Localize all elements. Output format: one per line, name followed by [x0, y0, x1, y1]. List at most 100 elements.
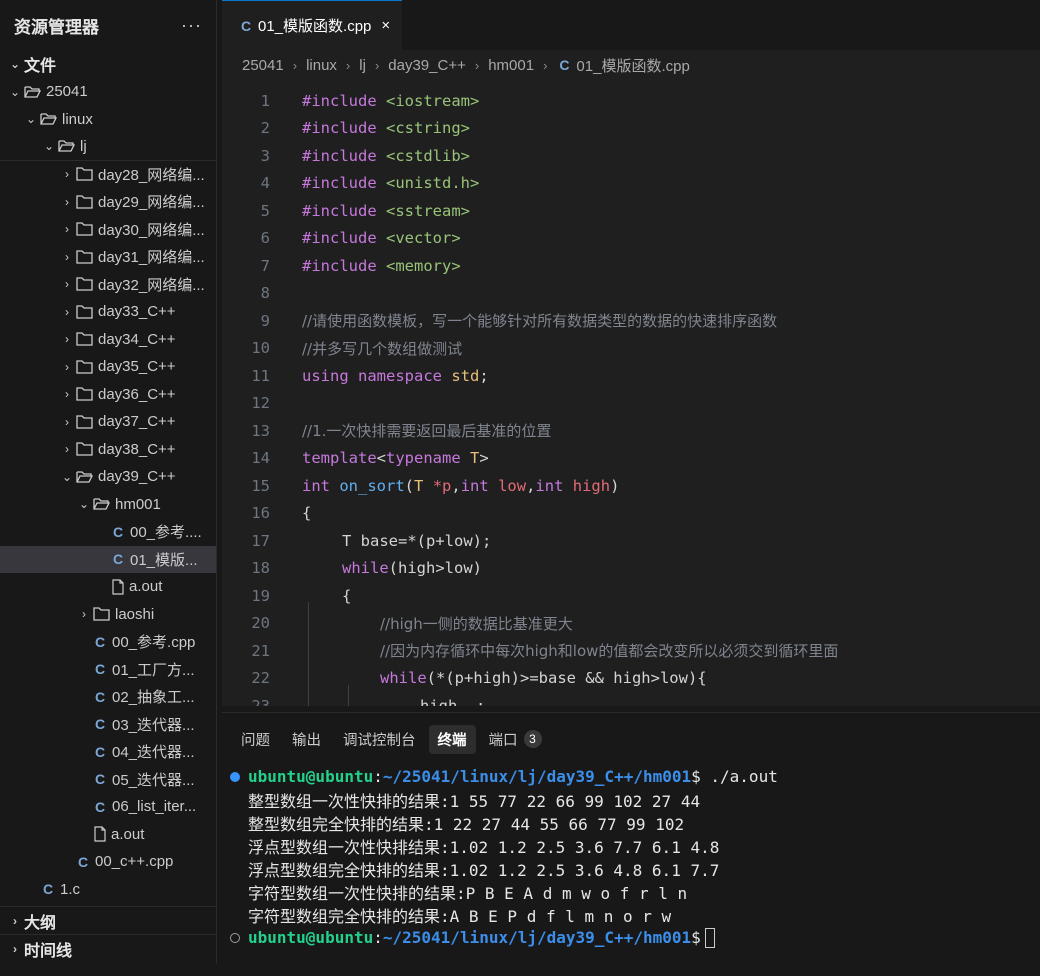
- code-line: 9 //请使用函数模板，写一个能够针对所有数据类型的数据的快速排序函数: [222, 307, 1040, 335]
- chevron-right-icon: ›: [13, 941, 17, 956]
- tab-problems[interactable]: 问题: [232, 725, 279, 754]
- section-outline[interactable]: › 大纲: [0, 906, 216, 934]
- code-line: 5 #include <sstream>: [222, 197, 1040, 225]
- more-actions-icon[interactable]: ···: [181, 15, 202, 36]
- chevron-right-icon: ›: [65, 387, 69, 402]
- terminal-user: ubuntu@ubuntu: [248, 767, 374, 786]
- code-comment: //因为内存循环中每次high和low的值都会改变所以必须交到循环里面: [380, 642, 839, 661]
- tree-folder-day[interactable]: › day35_C++: [0, 353, 216, 381]
- tab-ports[interactable]: 端口 3: [480, 725, 551, 754]
- terminal[interactable]: ubuntu@ubuntu: ~/25041/linux/lj/day39_C++…: [222, 765, 1040, 949]
- close-icon[interactable]: ×: [381, 17, 390, 34]
- tree-label: day32_网络编...: [98, 276, 205, 294]
- tree-file[interactable]: C 06_list_iter...: [0, 793, 216, 821]
- line-number: 13: [251, 421, 270, 440]
- tree-folder-hm001[interactable]: ⌄ hm001: [0, 491, 216, 519]
- explorer-sidebar: 资源管理器 ··· ⌄ 文件 ⌄ 25041 ⌄ linux ⌄ lj › day…: [0, 0, 217, 964]
- day-folder-list: › day28_网络编... › day29_网络编... › day30_网络编... ›…: [0, 161, 216, 464]
- breadcrumb-item[interactable]: day39_C++: [388, 57, 466, 74]
- breadcrumb-item[interactable]: lj: [359, 57, 366, 74]
- code-text: #include <unistd.h>: [302, 174, 480, 193]
- tree-folder-day[interactable]: › day38_C++: [0, 436, 216, 464]
- terminal-output-text: 整型数组完全快排的结果:1 22 27 44 55 66 77 99 102: [248, 814, 685, 834]
- tree-file[interactable]: C 05_迭代器...: [0, 766, 216, 794]
- tree-folder-day[interactable]: › day33_C++: [0, 298, 216, 326]
- code-line: 22 while(*(p+high)>=base && high>low){: [222, 665, 1040, 693]
- chevron-right-icon: ›: [65, 222, 69, 237]
- tree-folder-day[interactable]: › day30_网络编...: [0, 216, 216, 244]
- tree-file[interactable]: C 02_抽象工...: [0, 683, 216, 711]
- line-number: 3: [260, 146, 270, 165]
- code-text: {: [302, 504, 312, 523]
- tree-label: day30_网络编...: [98, 221, 205, 239]
- tree-label: a.out: [129, 578, 163, 596]
- section-files[interactable]: ⌄ 文件: [0, 50, 216, 78]
- tree-file[interactable]: C 03_迭代器...: [0, 711, 216, 739]
- line-number: 19: [251, 586, 270, 605]
- tree-file-00-cpp[interactable]: C 00_c++.cpp: [0, 848, 216, 876]
- breadcrumb-item[interactable]: 25041: [242, 57, 284, 74]
- breadcrumb-item[interactable]: hm001: [488, 57, 534, 74]
- tree-folder-day[interactable]: › day36_C++: [0, 381, 216, 409]
- tab-terminal[interactable]: 终端: [428, 724, 476, 754]
- tree-file[interactable]: C 00_参考.cpp: [0, 628, 216, 656]
- tree-folder-day[interactable]: › day37_C++: [0, 408, 216, 436]
- tree-folder-day[interactable]: › day28_网络编...: [0, 161, 216, 189]
- folder-icon: [76, 442, 94, 456]
- tree-label: hm001: [115, 495, 161, 513]
- tree-file-aout[interactable]: a.out: [0, 573, 216, 601]
- ports-count-badge: 3: [523, 730, 542, 748]
- line-number: 15: [251, 476, 270, 495]
- chevron-down-icon: ⌄: [43, 139, 55, 154]
- line-number: 20: [251, 614, 270, 633]
- tree-file-01-template[interactable]: C 01_模版...: [0, 545, 216, 573]
- chevron-right-icon: ›: [345, 57, 351, 73]
- terminal-path: ~/25041/linux/lj/day39_C++/hm001: [382, 767, 692, 786]
- terminal-output: 整型数组一次性快排的结果:1 55 77 22 66 99 102 27 44 整…: [230, 788, 1040, 926]
- tree-folder-lj[interactable]: ⌄ lj: [0, 133, 216, 161]
- code-line: 13 //1.一次快排需要返回最后基准的位置: [222, 417, 1040, 445]
- code-line: 2 #include <cstring>: [222, 115, 1040, 143]
- tree-folder-day[interactable]: › day32_网络编...: [0, 271, 216, 299]
- indent-guide: [308, 602, 309, 706]
- tree-folder-linux[interactable]: ⌄ linux: [0, 106, 216, 134]
- tree-label: lj: [80, 137, 87, 155]
- tree-folder-laoshi[interactable]: › laoshi: [0, 601, 216, 629]
- chevron-right-icon: ›: [65, 167, 69, 182]
- terminal-output-line: 整型数组完全快排的结果:1 22 27 44 55 66 77 99 102: [230, 811, 1040, 834]
- tree-file[interactable]: C 01_工厂方...: [0, 656, 216, 684]
- tree-folder-25041[interactable]: ⌄ 25041: [0, 78, 216, 106]
- line-number: 8: [260, 284, 270, 303]
- tree-folder-day39[interactable]: ⌄ day39_C++: [0, 463, 216, 491]
- chevron-right-icon: ›: [292, 57, 298, 73]
- chevron-right-icon: ›: [82, 607, 86, 622]
- section-timeline-label: 时间线: [24, 942, 73, 960]
- tree-label: day37_C++: [98, 413, 176, 431]
- folder-icon: [76, 277, 94, 291]
- terminal-cursor: [704, 927, 715, 948]
- terminal-colon: :: [373, 928, 383, 947]
- breadcrumb-item[interactable]: linux: [306, 57, 337, 74]
- terminal-output-line: 浮点型数组完全快排的结果:1.02 1.2 2.5 3.6 4.8 6.1 7.…: [230, 857, 1040, 880]
- editor-tab-active[interactable]: C 01_模版函数.cpp ×: [222, 0, 403, 50]
- tree-file-1c[interactable]: C 1.c: [0, 876, 216, 904]
- tree-file[interactable]: a.out: [0, 821, 216, 849]
- breadcrumb-item[interactable]: 01_模版函数.cpp: [576, 55, 689, 76]
- command-success-icon[interactable]: [230, 771, 240, 782]
- section-outline-label: 大纲: [24, 914, 57, 932]
- tree-file[interactable]: C 04_迭代器...: [0, 738, 216, 766]
- tab-debug-console[interactable]: 调试控制台: [334, 725, 425, 754]
- code-text: template<typename T>: [302, 449, 489, 468]
- folder-icon: [76, 222, 94, 236]
- code-editor[interactable]: 1 #include <iostream> 2 #include <cstring>…: [222, 80, 1040, 706]
- tree-label: day39_C++: [98, 468, 176, 486]
- section-timeline[interactable]: › 时间线: [0, 934, 216, 962]
- tree-folder-day[interactable]: › day29_网络编...: [0, 188, 216, 216]
- terminal-output-text: 整型数组一次性快排的结果:1 55 77 22 66 99 102 27 44: [248, 791, 701, 811]
- tree-label: 02_抽象工...: [112, 689, 195, 707]
- code-line: 6 #include <vector>: [222, 225, 1040, 253]
- tree-folder-day[interactable]: › day34_C++: [0, 326, 216, 354]
- tree-folder-day[interactable]: › day31_网络编...: [0, 243, 216, 271]
- tab-output[interactable]: 输出: [283, 725, 330, 754]
- tree-file-00-ref[interactable]: C 00_参考....: [0, 518, 216, 546]
